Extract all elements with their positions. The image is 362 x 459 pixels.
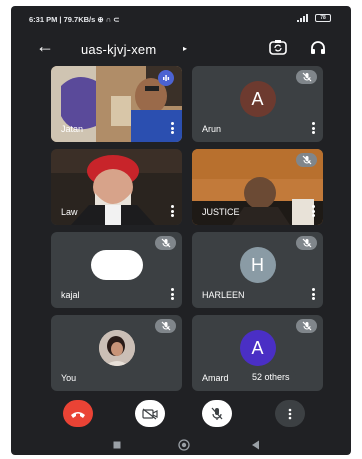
participant-name: Law: [61, 207, 78, 217]
avatar-initial: H: [251, 254, 264, 275]
active-speaker-indicator-icon: [158, 70, 174, 86]
avatar: A: [239, 81, 276, 118]
home-icon[interactable]: [178, 439, 190, 451]
mic-off-icon: [211, 407, 223, 420]
arrow-left-icon[interactable]: ←: [36, 37, 54, 55]
avatar: [90, 250, 143, 281]
mic-off-icon: [155, 319, 176, 333]
signal-icon: [297, 14, 311, 22]
more-vert-icon[interactable]: [311, 288, 315, 300]
mic-off-icon: [296, 236, 317, 250]
status-icons: 78: [297, 14, 331, 22]
android-nav-bar: [11, 436, 351, 455]
more-vert-icon[interactable]: [170, 122, 174, 134]
more-vert-icon[interactable]: [311, 205, 315, 217]
more-options-button[interactable]: [275, 400, 305, 427]
participant-tile-law[interactable]: Law: [51, 149, 182, 225]
mic-off-icon: [296, 319, 317, 333]
battery-icon: 78: [315, 14, 331, 22]
avatar: [98, 330, 135, 367]
mic-off-icon: [155, 236, 176, 250]
participant-tile-arun[interactable]: A Arun: [192, 66, 323, 142]
participant-name: HARLEEN: [202, 290, 245, 300]
participant-name: You: [61, 373, 77, 383]
back-nav-icon[interactable]: [251, 440, 260, 450]
camera-off-icon: [142, 408, 158, 419]
avatar-initial: A: [251, 88, 264, 109]
avatar-initial: A: [251, 337, 264, 358]
participant-name: kajal: [61, 290, 80, 300]
mic-toggle-button[interactable]: [202, 400, 232, 427]
meeting-code[interactable]: uas-kjvj-xem: [81, 42, 156, 57]
avatar: A: [239, 330, 276, 367]
participant-tile-harleen[interactable]: H HARLEEN: [192, 232, 323, 308]
participant-tile-kajal[interactable]: kajal: [51, 232, 182, 308]
participant-tile-justice[interactable]: JUSTICE: [192, 149, 323, 225]
more-options-icon: [288, 408, 292, 419]
call-controls: [11, 398, 351, 428]
participant-name: JUSTICE: [202, 207, 240, 217]
switch-camera-icon[interactable]: [269, 39, 287, 55]
headphones-icon[interactable]: [309, 39, 327, 55]
end-call-icon: [71, 411, 85, 418]
meeting-top-bar: ← uas-kjvj-xem ▸: [11, 34, 351, 62]
participant-name: Amard: [202, 373, 229, 383]
status-time-speed: 6:31 PM | 79.7KB/s ⊕ ∩ ⊂: [29, 15, 120, 24]
recents-icon[interactable]: [113, 441, 121, 449]
more-vert-icon[interactable]: [170, 205, 174, 217]
phone-screen: 6:31 PM | 79.7KB/s ⊕ ∩ ⊂ 78 ← uas-kjvj-x…: [11, 6, 351, 455]
participant-name: Arun: [202, 124, 222, 134]
participant-name: Jatan: [61, 124, 84, 134]
status-bar: 6:31 PM | 79.7KB/s ⊕ ∩ ⊂ 78: [11, 6, 351, 32]
participant-tile-you[interactable]: You: [51, 315, 182, 391]
participant-tile-amard[interactable]: A Amard 52 others: [192, 315, 323, 391]
end-call-button[interactable]: [63, 400, 93, 427]
others-count-badge[interactable]: 52 others: [246, 370, 296, 384]
mic-off-icon: [296, 70, 317, 84]
avatar-photo: [98, 330, 135, 367]
camera-toggle-button[interactable]: [135, 400, 165, 427]
more-vert-icon[interactable]: [170, 288, 174, 300]
mic-off-icon: [296, 153, 317, 167]
more-vert-icon[interactable]: [311, 122, 315, 134]
participant-tile-jatan[interactable]: Jatan: [51, 66, 182, 142]
avatar: H: [239, 247, 276, 284]
meeting-info-caret-icon[interactable]: ▸: [183, 44, 187, 53]
